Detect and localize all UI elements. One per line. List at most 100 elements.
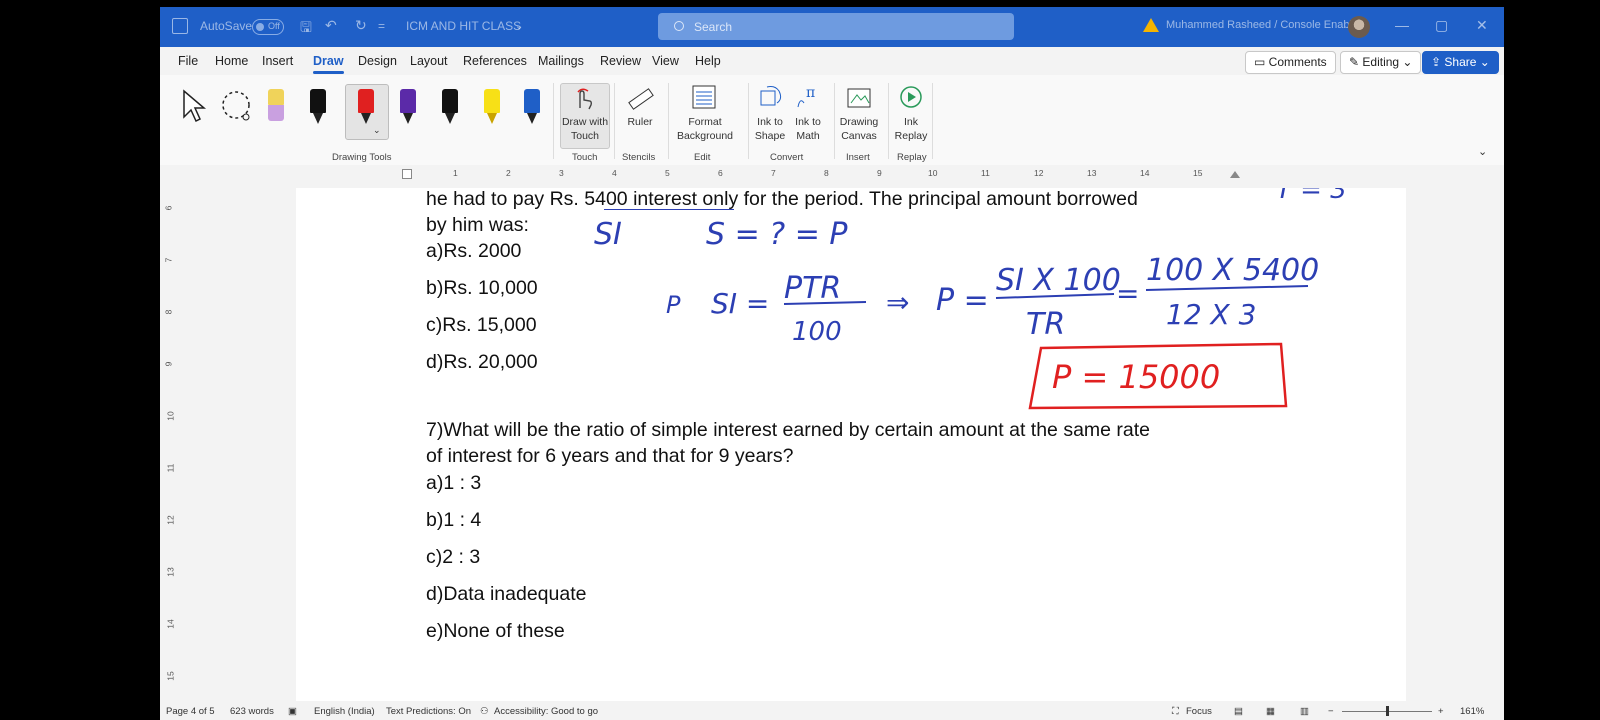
share-chevron-icon: ⌄	[1476, 55, 1490, 69]
comments-button[interactable]: ▭ Comments	[1245, 51, 1336, 74]
autosave-label: AutoSave	[200, 19, 253, 33]
tab-help[interactable]: Help	[695, 54, 721, 68]
svg-text:π: π	[806, 85, 815, 101]
ink-denominator: 12 X 3	[1166, 298, 1256, 331]
zoom-level[interactable]: 161%	[1460, 706, 1484, 717]
separator	[888, 83, 889, 159]
proofing-icon[interactable]: ▣	[288, 706, 297, 717]
ink-to-math-icon[interactable]: π	[794, 83, 822, 111]
left-indent-marker[interactable]	[402, 169, 412, 179]
save-icon[interactable]: 🖫	[300, 17, 312, 41]
title-bar: AutoSave Off 🖫 ↶ ↻ = ICM AND HIT CLASS ⌄…	[160, 7, 1504, 47]
purple-pen-icon[interactable]	[400, 89, 416, 125]
horizontal-ruler[interactable]: 1 2 3 4 5 6 7 8 9 10 11 12 13 14 15	[160, 165, 1504, 184]
tab-layout[interactable]: Layout	[410, 54, 448, 68]
group-replay: Replay	[897, 152, 927, 163]
accessibility-icon: ⚇	[480, 706, 489, 717]
black-pen-icon[interactable]	[310, 89, 326, 125]
ink-arrow: ⇒	[886, 286, 909, 319]
ruler-number: 6	[718, 168, 723, 178]
focus-icon: ⛶	[1172, 706, 1179, 717]
group-drawing-tools: Drawing Tools	[332, 152, 392, 163]
search-box[interactable]: Search	[658, 13, 1014, 40]
tab-mailings[interactable]: Mailings	[538, 54, 584, 68]
language-status[interactable]: English (India)	[314, 706, 375, 717]
ink-s-eq-p: S = ? = P	[706, 217, 848, 252]
group-edit: Edit	[694, 152, 711, 163]
ink-p-eq: P =	[936, 283, 989, 318]
vruler-number: 13	[165, 567, 176, 577]
galaxy-pen-icon[interactable]	[442, 89, 458, 125]
separator	[668, 83, 669, 159]
maximize-icon[interactable]: ▢	[1435, 17, 1448, 34]
document-page[interactable]: he had to pay Rs. 5400 interest only for…	[296, 188, 1406, 701]
share-button[interactable]: ⇪ Share ⌄	[1422, 51, 1499, 74]
user-name[interactable]: Muhammed Rasheed / Console Enabled	[1166, 19, 1364, 31]
focus-button[interactable]: Focus	[1186, 706, 1212, 717]
drawing-canvas-label: Drawing Canvas	[839, 116, 879, 142]
page-count[interactable]: Page 4 of 5	[166, 706, 215, 717]
redo-icon[interactable]: ↻	[355, 17, 367, 34]
ruler-label: Ruler	[627, 116, 653, 128]
tab-review[interactable]: Review	[600, 54, 641, 68]
zoom-out-icon[interactable]: −	[1328, 706, 1334, 717]
zoom-in-icon[interactable]: +	[1438, 706, 1444, 717]
ink-to-math-label: Ink to Math	[795, 116, 821, 142]
document-title[interactable]: ICM AND HIT CLASS	[406, 19, 521, 33]
tab-references[interactable]: References	[463, 54, 527, 68]
accessibility-status[interactable]: Accessibility: Good to go	[494, 706, 598, 717]
collapse-ribbon-chevron-icon[interactable]: ⌄	[1478, 145, 1487, 158]
ink-to-shape-label: Ink to Shape	[754, 116, 786, 142]
ruler-number: 5	[665, 168, 670, 178]
chevron-down-icon: ⌄	[1399, 55, 1413, 69]
ruler-number: 11	[981, 168, 990, 178]
tab-design[interactable]: Design	[358, 54, 397, 68]
search-icon	[674, 21, 684, 31]
read-mode-icon[interactable]: ▤	[1234, 706, 1243, 717]
print-layout-icon[interactable]: ▦	[1266, 706, 1275, 717]
close-icon[interactable]: ✕	[1476, 17, 1488, 34]
eraser-icon[interactable]	[268, 89, 284, 125]
tab-file[interactable]: File	[178, 54, 198, 68]
right-indent-marker[interactable]	[1230, 171, 1240, 178]
avatar[interactable]	[1348, 16, 1370, 38]
ruler-icon[interactable]	[626, 85, 654, 113]
undo-icon[interactable]: ↶	[325, 17, 337, 34]
comment-icon: ▭	[1254, 55, 1269, 69]
zoom-slider-thumb[interactable]	[1386, 706, 1389, 716]
red-pen-icon[interactable]	[358, 89, 374, 125]
yellow-highlighter-icon[interactable]	[484, 89, 500, 125]
ruler-number: 7	[771, 168, 776, 178]
ink-to-shape-icon[interactable]	[757, 83, 785, 111]
customize-qat-icon[interactable]: =	[378, 19, 385, 33]
blue-pen-icon[interactable]	[524, 89, 540, 125]
tab-home[interactable]: Home	[215, 54, 248, 68]
tab-view[interactable]: View	[652, 54, 679, 68]
word-window: AutoSave Off 🖫 ↶ ↻ = ICM AND HIT CLASS ⌄…	[160, 7, 1504, 720]
ruler-number: 10	[928, 168, 938, 178]
drawing-canvas-icon[interactable]	[845, 83, 873, 111]
document-area[interactable]: he had to pay Rs. 5400 interest only for…	[178, 183, 1504, 701]
vruler-number: 15	[165, 671, 176, 681]
ink-replay-icon[interactable]	[897, 83, 925, 111]
ruler-number: 8	[824, 168, 829, 178]
editing-button[interactable]: ✎ Editing ⌄	[1340, 51, 1422, 74]
lasso-select-icon[interactable]	[220, 89, 256, 125]
warning-icon[interactable]	[1143, 18, 1159, 32]
ruler-number: 2	[506, 168, 511, 178]
select-cursor-icon[interactable]	[180, 87, 208, 125]
ink-annotations[interactable]: SI S = ? = P P SI = PTR 100 ⇒ P = SI X 1…	[296, 188, 1406, 701]
web-layout-icon[interactable]: ▥	[1300, 706, 1309, 717]
separator	[932, 83, 933, 159]
vertical-ruler[interactable]: 6 7 8 9 10 11 12 13 14 15	[160, 183, 178, 703]
ink-replay-label: Ink Replay	[894, 116, 928, 142]
pen-options-chevron-icon[interactable]: ⌄	[373, 125, 381, 136]
text-predictions-status[interactable]: Text Predictions: On	[386, 706, 471, 717]
vruler-number: 6	[163, 205, 174, 211]
tab-insert[interactable]: Insert	[262, 54, 293, 68]
minimize-icon[interactable]: —	[1395, 17, 1409, 33]
search-placeholder: Search	[694, 20, 733, 34]
format-background-icon[interactable]	[690, 83, 718, 111]
tab-draw[interactable]: Draw	[313, 54, 344, 74]
word-count[interactable]: 623 words	[230, 706, 274, 717]
